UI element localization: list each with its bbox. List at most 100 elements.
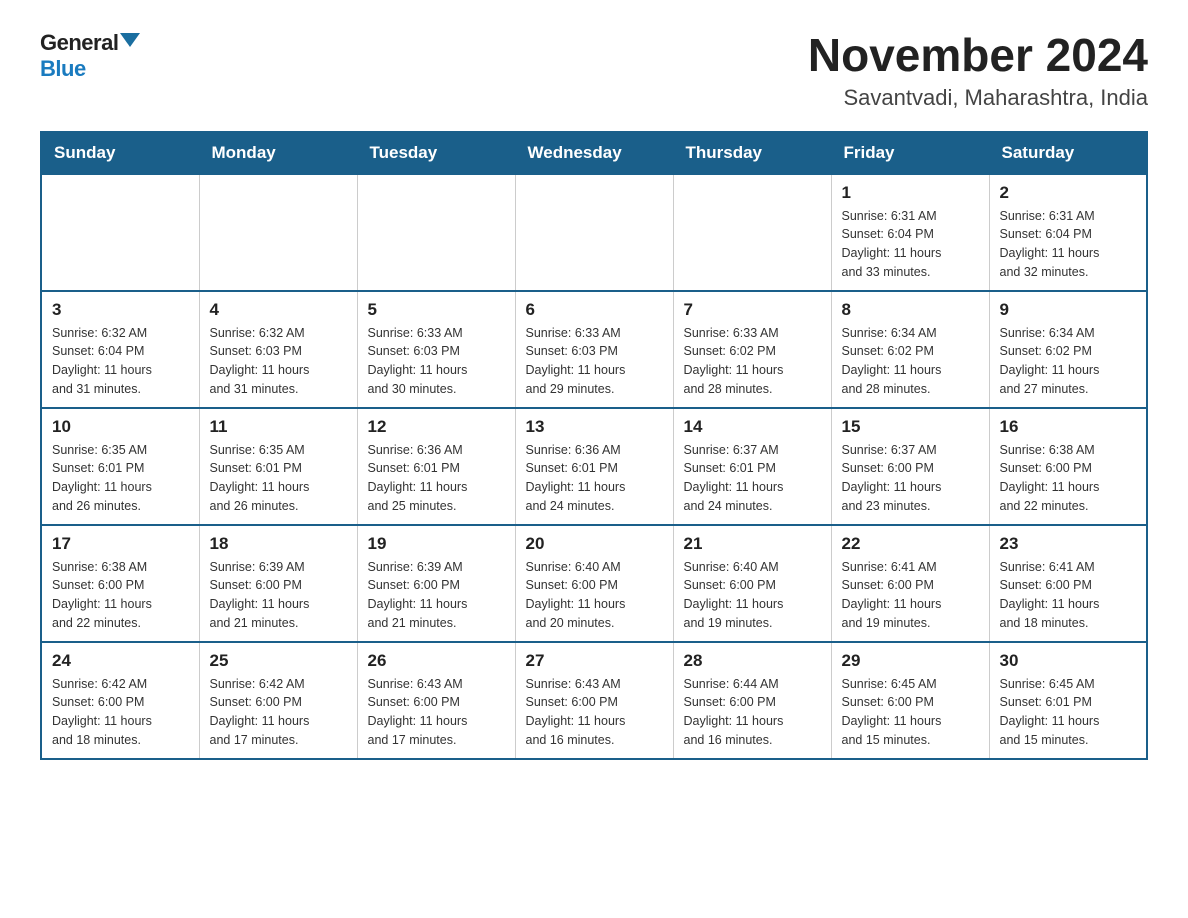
calendar-week-row: 3 Sunrise: 6:32 AMSunset: 6:04 PMDaylight… [41, 291, 1147, 408]
day-number: 17 [52, 534, 189, 554]
calendar-table: SundayMondayTuesdayWednesdayThursdayFrid… [40, 131, 1148, 760]
calendar-cell: 7 Sunrise: 6:33 AMSunset: 6:02 PMDaylight… [673, 291, 831, 408]
logo: General Blue [40, 30, 140, 82]
day-info: Sunrise: 6:39 AMSunset: 6:00 PMDaylight:… [368, 558, 505, 633]
calendar-cell: 29 Sunrise: 6:45 AMSunset: 6:00 PMDayligh… [831, 642, 989, 759]
day-number: 4 [210, 300, 347, 320]
calendar-cell: 11Sunrise: 6:35 AMSunset: 6:01 PMDayligh… [199, 408, 357, 525]
calendar-cell: 5Sunrise: 6:33 AMSunset: 6:03 PMDaylight… [357, 291, 515, 408]
calendar-cell: 21Sunrise: 6:40 AMSunset: 6:00 PMDayligh… [673, 525, 831, 642]
day-number: 7 [684, 300, 821, 320]
calendar-subtitle: Savantvadi, Maharashtra, India [808, 85, 1148, 111]
calendar-cell: 16 Sunrise: 6:38 AMSunset: 6:00 PMDayligh… [989, 408, 1147, 525]
calendar-cell: 1 Sunrise: 6:31 AMSunset: 6:04 PMDaylight… [831, 174, 989, 291]
day-of-week-header: Thursday [673, 132, 831, 174]
day-info: Sunrise: 6:40 AMSunset: 6:00 PMDaylight:… [684, 558, 821, 633]
calendar-cell: 13Sunrise: 6:36 AMSunset: 6:01 PMDayligh… [515, 408, 673, 525]
day-info: Sunrise: 6:32 AMSunset: 6:04 PMDaylight:… [52, 324, 189, 399]
day-info: Sunrise: 6:35 AMSunset: 6:01 PMDaylight:… [52, 441, 189, 516]
day-info: Sunrise: 6:33 AMSunset: 6:03 PMDaylight:… [526, 324, 663, 399]
day-info: Sunrise: 6:31 AMSunset: 6:04 PMDaylight:… [842, 207, 979, 282]
calendar-cell: 8 Sunrise: 6:34 AMSunset: 6:02 PMDaylight… [831, 291, 989, 408]
day-info: Sunrise: 6:41 AMSunset: 6:00 PMDaylight:… [1000, 558, 1137, 633]
day-number: 25 [210, 651, 347, 671]
day-of-week-header: Wednesday [515, 132, 673, 174]
day-number: 18 [210, 534, 347, 554]
day-of-week-header: Sunday [41, 132, 199, 174]
day-number: 6 [526, 300, 663, 320]
day-of-week-header: Friday [831, 132, 989, 174]
day-number: 8 [842, 300, 979, 320]
calendar-cell: 10 Sunrise: 6:35 AMSunset: 6:01 PMDayligh… [41, 408, 199, 525]
day-info: Sunrise: 6:33 AMSunset: 6:02 PMDaylight:… [684, 324, 821, 399]
calendar-cell [41, 174, 199, 291]
day-info: Sunrise: 6:34 AMSunset: 6:02 PMDaylight:… [842, 324, 979, 399]
calendar-header-row: SundayMondayTuesdayWednesdayThursdayFrid… [41, 132, 1147, 174]
day-number: 29 [842, 651, 979, 671]
calendar-cell [673, 174, 831, 291]
day-number: 10 [52, 417, 189, 437]
day-info: Sunrise: 6:44 AMSunset: 6:00 PMDaylight:… [684, 675, 821, 750]
calendar-cell: 4 Sunrise: 6:32 AMSunset: 6:03 PMDaylight… [199, 291, 357, 408]
calendar-cell: 6 Sunrise: 6:33 AMSunset: 6:03 PMDaylight… [515, 291, 673, 408]
day-info: Sunrise: 6:39 AMSunset: 6:00 PMDaylight:… [210, 558, 347, 633]
calendar-cell: 9 Sunrise: 6:34 AMSunset: 6:02 PMDaylight… [989, 291, 1147, 408]
day-number: 26 [368, 651, 505, 671]
day-of-week-header: Tuesday [357, 132, 515, 174]
calendar-cell: 24 Sunrise: 6:42 AMSunset: 6:00 PMDayligh… [41, 642, 199, 759]
title-block: November 2024 Savantvadi, Maharashtra, I… [808, 30, 1148, 111]
calendar-cell: 20Sunrise: 6:40 AMSunset: 6:00 PMDayligh… [515, 525, 673, 642]
day-info: Sunrise: 6:40 AMSunset: 6:00 PMDaylight:… [526, 558, 663, 633]
day-number: 24 [52, 651, 189, 671]
day-info: Sunrise: 6:38 AMSunset: 6:00 PMDaylight:… [1000, 441, 1137, 516]
calendar-cell: 23 Sunrise: 6:41 AMSunset: 6:00 PMDayligh… [989, 525, 1147, 642]
calendar-cell: 22Sunrise: 6:41 AMSunset: 6:00 PMDayligh… [831, 525, 989, 642]
calendar-title: November 2024 [808, 30, 1148, 81]
day-info: Sunrise: 6:32 AMSunset: 6:03 PMDaylight:… [210, 324, 347, 399]
day-info: Sunrise: 6:35 AMSunset: 6:01 PMDaylight:… [210, 441, 347, 516]
logo-general-text: General [40, 30, 118, 56]
logo-arrow-icon [120, 33, 140, 47]
calendar-cell: 12 Sunrise: 6:36 AMSunset: 6:01 PMDayligh… [357, 408, 515, 525]
day-info: Sunrise: 6:37 AMSunset: 6:00 PMDaylight:… [842, 441, 979, 516]
day-number: 12 [368, 417, 505, 437]
page-header: General Blue November 2024 Savantvadi, M… [40, 30, 1148, 111]
calendar-cell [515, 174, 673, 291]
day-info: Sunrise: 6:41 AMSunset: 6:00 PMDaylight:… [842, 558, 979, 633]
day-number: 16 [1000, 417, 1137, 437]
day-info: Sunrise: 6:37 AMSunset: 6:01 PMDaylight:… [684, 441, 821, 516]
calendar-cell: 27Sunrise: 6:43 AMSunset: 6:00 PMDayligh… [515, 642, 673, 759]
day-number: 28 [684, 651, 821, 671]
calendar-week-row: 1 Sunrise: 6:31 AMSunset: 6:04 PMDaylight… [41, 174, 1147, 291]
day-info: Sunrise: 6:45 AMSunset: 6:00 PMDaylight:… [842, 675, 979, 750]
day-info: Sunrise: 6:38 AMSunset: 6:00 PMDaylight:… [52, 558, 189, 633]
day-number: 14 [684, 417, 821, 437]
day-number: 9 [1000, 300, 1137, 320]
calendar-cell: 26Sunrise: 6:43 AMSunset: 6:00 PMDayligh… [357, 642, 515, 759]
calendar-cell [199, 174, 357, 291]
day-of-week-header: Saturday [989, 132, 1147, 174]
day-number: 27 [526, 651, 663, 671]
calendar-week-row: 10 Sunrise: 6:35 AMSunset: 6:01 PMDayligh… [41, 408, 1147, 525]
day-number: 5 [368, 300, 505, 320]
calendar-cell: 14 Sunrise: 6:37 AMSunset: 6:01 PMDayligh… [673, 408, 831, 525]
day-number: 30 [1000, 651, 1137, 671]
day-number: 1 [842, 183, 979, 203]
day-info: Sunrise: 6:34 AMSunset: 6:02 PMDaylight:… [1000, 324, 1137, 399]
day-number: 19 [368, 534, 505, 554]
day-number: 3 [52, 300, 189, 320]
day-info: Sunrise: 6:36 AMSunset: 6:01 PMDaylight:… [368, 441, 505, 516]
day-info: Sunrise: 6:31 AMSunset: 6:04 PMDaylight:… [1000, 207, 1137, 282]
calendar-cell: 19 Sunrise: 6:39 AMSunset: 6:00 PMDayligh… [357, 525, 515, 642]
calendar-cell: 2Sunrise: 6:31 AMSunset: 6:04 PMDaylight… [989, 174, 1147, 291]
calendar-cell: 28 Sunrise: 6:44 AMSunset: 6:00 PMDayligh… [673, 642, 831, 759]
day-info: Sunrise: 6:42 AMSunset: 6:00 PMDaylight:… [210, 675, 347, 750]
day-of-week-header: Monday [199, 132, 357, 174]
day-info: Sunrise: 6:36 AMSunset: 6:01 PMDaylight:… [526, 441, 663, 516]
day-number: 15 [842, 417, 979, 437]
calendar-cell: 30Sunrise: 6:45 AMSunset: 6:01 PMDayligh… [989, 642, 1147, 759]
day-number: 23 [1000, 534, 1137, 554]
calendar-cell: 15 Sunrise: 6:37 AMSunset: 6:00 PMDayligh… [831, 408, 989, 525]
calendar-week-row: 17 Sunrise: 6:38 AMSunset: 6:00 PMDayligh… [41, 525, 1147, 642]
day-info: Sunrise: 6:42 AMSunset: 6:00 PMDaylight:… [52, 675, 189, 750]
